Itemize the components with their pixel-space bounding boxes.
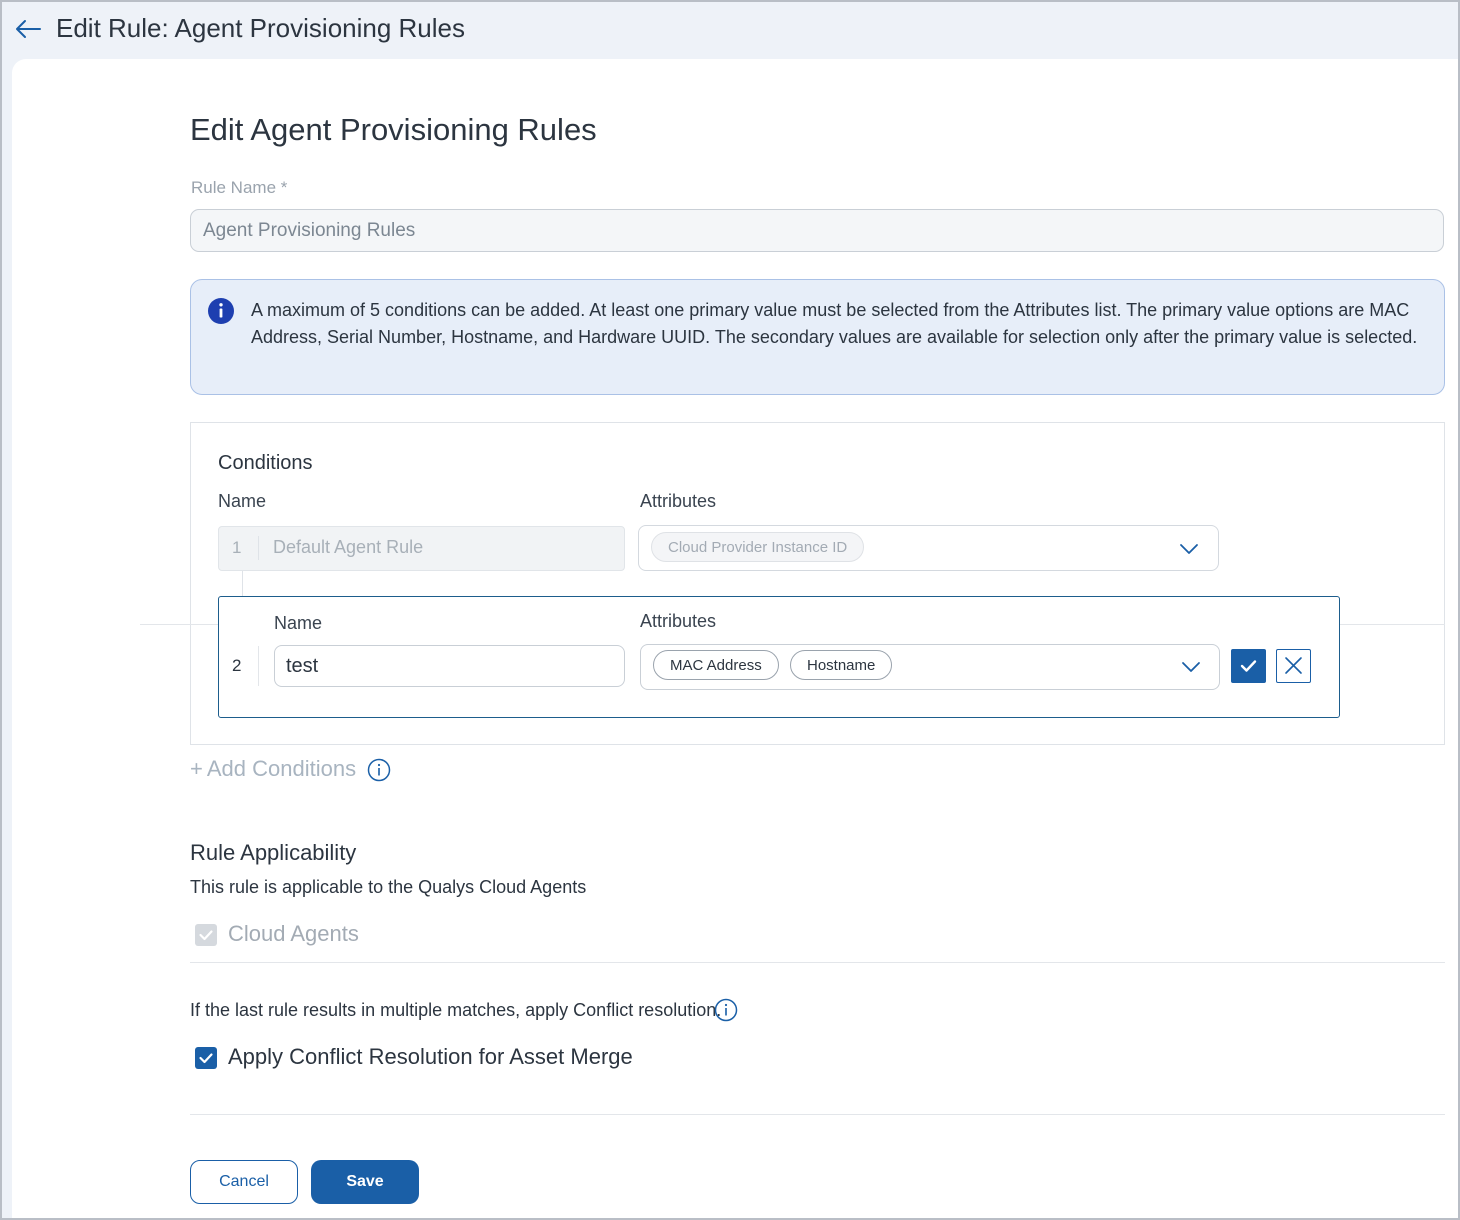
save-button[interactable]: Save — [311, 1160, 419, 1204]
conflict-resolution-label[interactable]: Apply Conflict Resolution for Asset Merg… — [228, 1044, 633, 1070]
tree-connector — [242, 571, 243, 596]
info-icon — [208, 298, 234, 324]
attributes-label: Attributes — [640, 611, 717, 631]
condition-2-name-input[interactable] — [274, 645, 625, 687]
back-arrow-icon[interactable] — [14, 16, 42, 42]
page-header-title: Edit Rule: Agent Provisioning Rules — [56, 13, 466, 43]
rule-applicability-title: Rule Applicability — [190, 840, 357, 865]
info-outline-icon[interactable] — [367, 758, 391, 782]
separator — [258, 646, 259, 686]
attribute-chip-mac-address[interactable]: MAC Address — [653, 650, 779, 680]
name-label: Name — [274, 613, 323, 633]
chevron-down-icon[interactable] — [1181, 661, 1201, 673]
info-message: A maximum of 5 conditions can be added. … — [251, 300, 1418, 347]
confirm-condition-button[interactable] — [1231, 649, 1266, 683]
plus-icon: + — [190, 756, 203, 781]
rule-name-input[interactable] — [190, 209, 1444, 252]
divider — [190, 1114, 1445, 1115]
separator — [258, 536, 259, 560]
check-icon — [199, 1053, 213, 1064]
conflict-resolution-checkbox[interactable] — [195, 1047, 217, 1069]
cancel-button[interactable]: Cancel — [190, 1160, 298, 1204]
close-icon — [1285, 657, 1302, 674]
name-column-label: Name — [218, 491, 267, 511]
info-outline-icon[interactable] — [714, 998, 738, 1022]
add-conditions-label: Add Conditions — [206, 756, 357, 781]
attributes-column-label: Attributes — [640, 491, 717, 511]
rule-name-label: Rule Name * — [191, 178, 288, 197]
cloud-agents-checkbox — [195, 924, 217, 946]
condition-1-number: 1 — [232, 538, 242, 557]
cloud-agents-label: Cloud Agents — [228, 921, 359, 946]
top-bar: Edit Rule: Agent Provisioning Rules — [0, 0, 1460, 60]
form-title: Edit Agent Provisioning Rules — [190, 112, 597, 147]
add-conditions-link[interactable]: + Add Conditions — [190, 756, 356, 782]
rule-applicability-subtitle: This rule is applicable to the Qualys Cl… — [190, 877, 587, 897]
divider — [140, 624, 220, 625]
conflict-resolution-text: If the last rule results in multiple mat… — [190, 1000, 722, 1020]
check-icon — [1240, 660, 1257, 672]
attribute-chip-hostname[interactable]: Hostname — [790, 650, 893, 680]
conditions-title: Conditions — [218, 452, 313, 474]
chevron-down-icon — [1180, 544, 1198, 554]
condition-2-number: 2 — [232, 656, 242, 675]
check-icon — [199, 930, 213, 941]
condition-1-name: Default Agent Rule — [273, 537, 424, 557]
discard-condition-button[interactable] — [1276, 649, 1311, 683]
attribute-chip: Cloud Provider Instance ID — [651, 532, 865, 562]
divider — [1340, 624, 1445, 625]
divider — [190, 962, 1445, 963]
